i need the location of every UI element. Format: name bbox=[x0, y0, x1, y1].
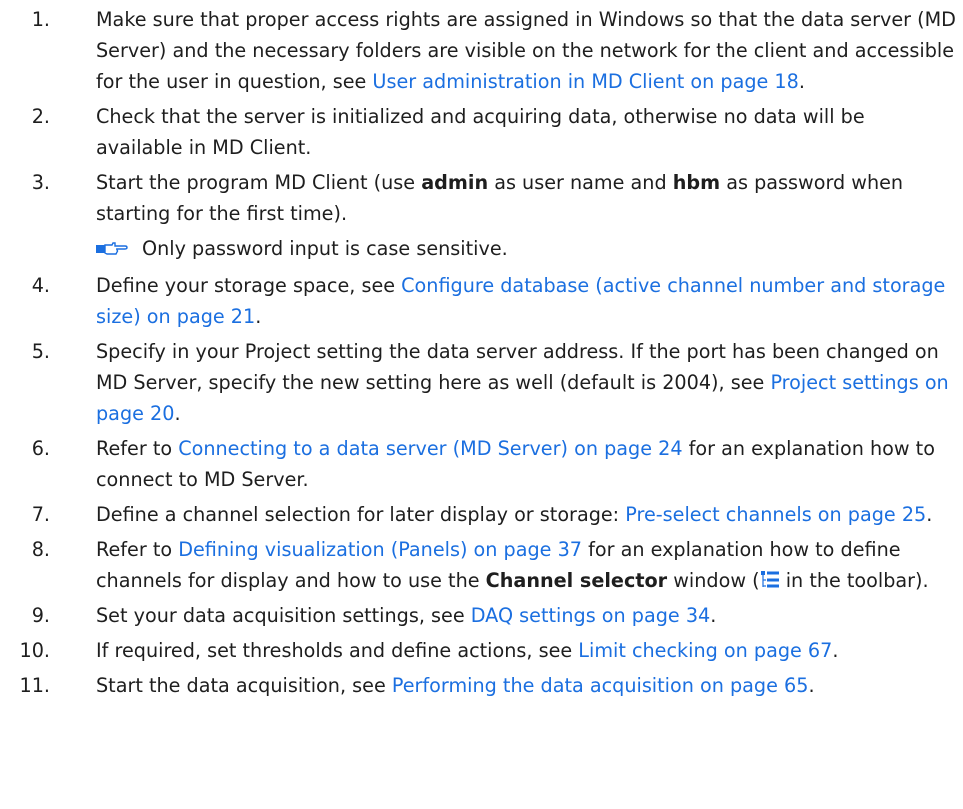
list-item-3: 3. Start the program MD Client (use admi… bbox=[0, 167, 963, 229]
defining-visualization-link[interactable]: Defining visualization (Panels) on page … bbox=[178, 538, 582, 561]
list-item-9: 9. Set your data acquisition settings, s… bbox=[0, 600, 963, 631]
item-number: 5. bbox=[31, 340, 50, 363]
note: Only password input is case sensitive. bbox=[0, 233, 963, 264]
item-number: 2. bbox=[31, 105, 50, 128]
item-text: Define a channel selection for later dis… bbox=[96, 503, 626, 526]
list-item-10: 10. If required, set thresholds and defi… bbox=[0, 635, 963, 666]
numbered-instructions: 1. Make sure that proper access rights a… bbox=[0, 4, 963, 705]
daq-settings-link[interactable]: DAQ settings on page 34 bbox=[471, 604, 710, 627]
list-item-6: 6. Refer to Connecting to a data server … bbox=[0, 433, 963, 495]
item-number: 8. bbox=[31, 538, 50, 561]
item-text: If required, set thresholds and define a… bbox=[96, 639, 579, 662]
item-number: 7. bbox=[31, 503, 50, 526]
list-item-5: 5. Specify in your Project setting the d… bbox=[0, 336, 963, 429]
list-item-4: 4. Define your storage space, see Config… bbox=[0, 270, 963, 332]
note-text: Only password input is case sensitive. bbox=[142, 237, 508, 260]
list-item-11: 11. Start the data acquisition, see Perf… bbox=[0, 670, 963, 701]
list-item-1: 1. Make sure that proper access rights a… bbox=[0, 4, 963, 97]
list-item-7: 7. Define a channel selection for later … bbox=[0, 499, 963, 530]
channel-selector-icon bbox=[760, 571, 779, 588]
item-number: 1. bbox=[31, 8, 50, 31]
item-text: Check that the server is initialized and… bbox=[96, 105, 865, 159]
item-text: Refer to bbox=[96, 538, 179, 561]
user-administration-link[interactable]: User administration in MD Client on page… bbox=[372, 70, 798, 93]
item-text: Set your data acquisition settings, see bbox=[96, 604, 471, 627]
item-text: Define your storage space, see bbox=[96, 274, 402, 297]
item-number: 4. bbox=[31, 274, 50, 297]
connecting-data-server-link[interactable]: Connecting to a data server (MD Server) … bbox=[178, 437, 682, 460]
item-number: 11. bbox=[19, 674, 50, 697]
performing-data-acquisition-link[interactable]: Performing the data acquisition on page … bbox=[392, 674, 809, 697]
limit-checking-link[interactable]: Limit checking on page 67 bbox=[578, 639, 832, 662]
item-number: 9. bbox=[31, 604, 50, 627]
item-number: 6. bbox=[31, 437, 50, 460]
item-text: Start the program MD Client (use bbox=[96, 171, 422, 194]
channel-selector-label: Channel selector bbox=[485, 569, 668, 592]
item-number: 10. bbox=[19, 639, 50, 662]
pointing-hand-icon bbox=[96, 242, 128, 255]
item-text: Start the data acquisition, see bbox=[96, 674, 392, 697]
item-text: Refer to bbox=[96, 437, 179, 460]
password-value: hbm bbox=[672, 171, 721, 194]
list-item-2: 2. Check that the server is initialized … bbox=[0, 101, 963, 163]
list-item-8: 8. Refer to Defining visualization (Pane… bbox=[0, 534, 963, 596]
item-number: 3. bbox=[31, 171, 50, 194]
pre-select-channels-link[interactable]: Pre-select channels on page 25 bbox=[625, 503, 926, 526]
username-value: admin bbox=[421, 171, 489, 194]
